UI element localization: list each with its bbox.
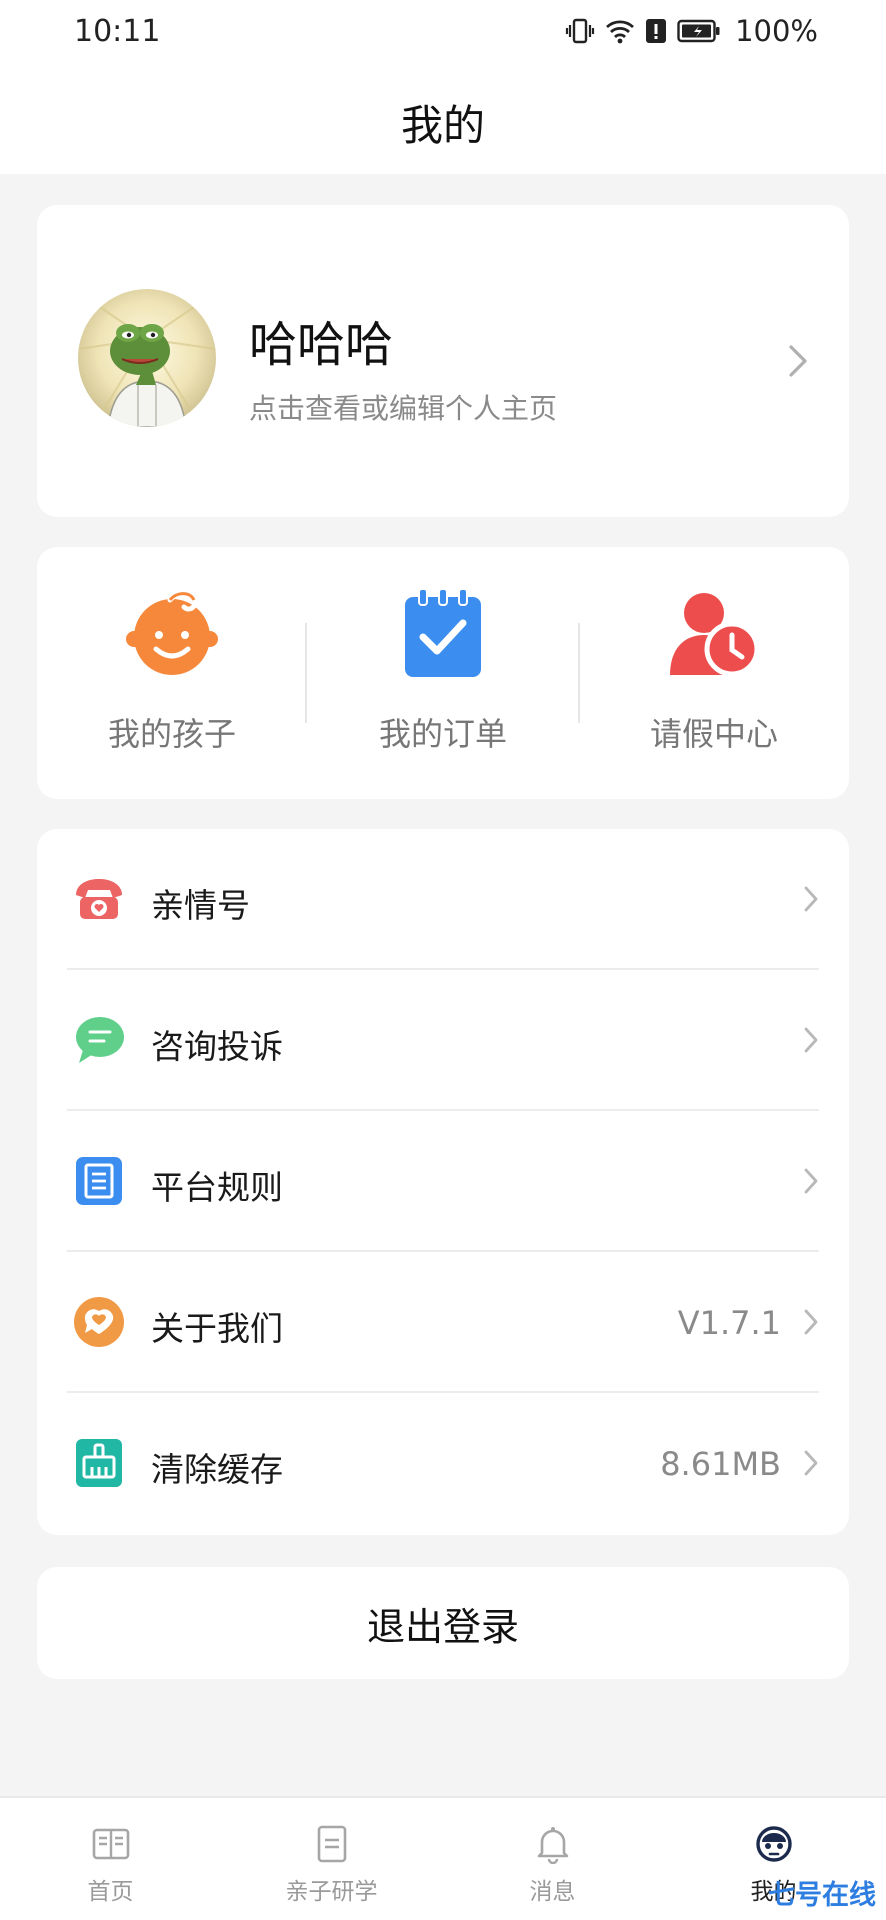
menu-item-label: 咨询投诉 xyxy=(151,1027,283,1066)
menu-item-consult-complaint[interactable]: 咨询投诉 xyxy=(37,970,849,1111)
tab-label: 亲子研学 xyxy=(285,1879,378,1905)
menu-item-label: 平台规则 xyxy=(151,1168,283,1207)
quick-actions-card: 我的孩子 我的订单 请假中心 xyxy=(37,547,849,799)
order-clipboard-icon xyxy=(405,588,481,677)
chat-bubble-icon xyxy=(76,1017,124,1063)
status-time: 10:11 xyxy=(74,14,161,49)
tab-home[interactable]: 首页 xyxy=(0,1798,221,1920)
page-title: 我的 xyxy=(400,101,485,150)
quick-my-orders-label: 我的订单 xyxy=(378,715,507,753)
book-icon xyxy=(92,1828,129,1860)
settings-menu: 亲情号 咨询投诉 平台规则 关于我们 V1.7.1 清除缓存 8.61MB xyxy=(37,829,849,1535)
menu-item-platform-rules[interactable]: 平台规则 xyxy=(37,1111,849,1252)
battery-percent: 100% xyxy=(735,14,818,48)
wifi-icon xyxy=(606,20,635,44)
menu-item-family-number[interactable]: 亲情号 xyxy=(37,829,849,970)
bottom-tab-bar: 首页 亲子研学 消息 我的 七号在线 xyxy=(0,1796,886,1920)
robot-face-icon xyxy=(755,1826,792,1862)
chevron-right-icon xyxy=(804,1309,818,1335)
logout-label: 退出登录 xyxy=(366,1604,519,1649)
status-bar: 10:11 100% xyxy=(0,0,886,70)
phone-heart-icon xyxy=(76,879,122,919)
chevron-right-icon xyxy=(804,1168,818,1194)
bell-icon xyxy=(537,1827,568,1865)
cache-size: 8.61MB xyxy=(660,1445,781,1483)
child-face-icon xyxy=(126,591,218,675)
status-icons: 100% xyxy=(565,14,818,48)
menu-item-label: 清除缓存 xyxy=(151,1450,283,1489)
watermark: 七号在线 xyxy=(768,1880,876,1911)
chevron-right-icon xyxy=(804,1027,818,1053)
divider xyxy=(305,623,307,723)
notebook-icon xyxy=(317,1825,346,1863)
chevron-right-icon xyxy=(804,886,818,912)
quick-leave-center[interactable]: 请假中心 xyxy=(579,587,849,755)
battery-icon xyxy=(677,19,720,43)
quick-leave-center-label: 请假中心 xyxy=(649,715,778,753)
tab-messages[interactable]: 消息 xyxy=(442,1798,663,1920)
tab-parent-child-study[interactable]: 亲子研学 xyxy=(221,1798,442,1920)
quick-my-children[interactable]: 我的孩子 xyxy=(37,587,307,755)
tab-label: 消息 xyxy=(529,1879,576,1905)
menu-item-label: 关于我们 xyxy=(151,1309,283,1348)
chevron-right-icon xyxy=(804,1450,818,1476)
logout-button[interactable]: 退出登录 xyxy=(37,1567,849,1679)
menu-item-label: 亲情号 xyxy=(151,886,250,925)
tab-label: 首页 xyxy=(87,1879,134,1905)
menu-item-about-us[interactable]: 关于我们 V1.7.1 xyxy=(37,1252,849,1393)
profile-card[interactable]: 哈哈哈 点击查看或编辑个人主页 xyxy=(37,205,849,517)
user-name: 哈哈哈 xyxy=(249,317,394,373)
quick-my-children-label: 我的孩子 xyxy=(107,715,236,753)
heart-chat-icon xyxy=(74,1297,124,1347)
person-clock-icon xyxy=(670,593,760,677)
document-icon xyxy=(76,1157,122,1205)
vibrate-icon xyxy=(565,18,595,44)
alert-icon xyxy=(646,19,667,43)
profile-hint: 点击查看或编辑个人主页 xyxy=(249,392,558,425)
frog-avatar-image xyxy=(78,289,216,427)
top-bar: 10:11 100% 我的 xyxy=(0,0,886,174)
chevron-right-icon[interactable] xyxy=(787,343,809,379)
app-version: V1.7.1 xyxy=(677,1304,781,1342)
broom-icon xyxy=(76,1439,122,1487)
menu-item-clear-cache[interactable]: 清除缓存 8.61MB xyxy=(37,1393,849,1534)
quick-my-orders[interactable]: 我的订单 xyxy=(308,587,578,755)
avatar[interactable] xyxy=(78,289,216,427)
